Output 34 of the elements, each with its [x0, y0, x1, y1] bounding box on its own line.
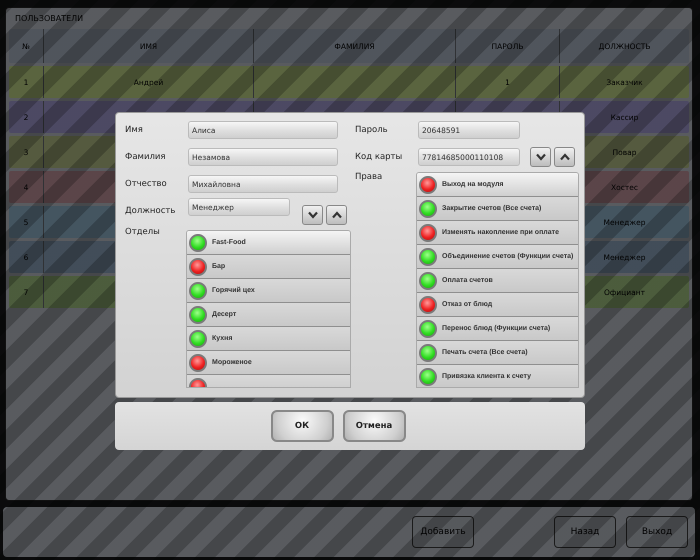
status-lamp[interactable]: [419, 200, 437, 218]
chevron-down-icon: [536, 153, 546, 161]
status-lamp[interactable]: [419, 272, 437, 290]
status-lamp[interactable]: [419, 296, 437, 314]
status-lamp[interactable]: [189, 282, 207, 300]
status-lamp[interactable]: [189, 306, 207, 324]
field-label: Должность: [125, 206, 176, 216]
field-label: Отделы: [125, 227, 161, 237]
status-lamp[interactable]: [419, 248, 437, 266]
scroll-up-button[interactable]: [554, 147, 575, 167]
panel-title: ПОЛЬЗОВАТЕЛИ: [14, 13, 84, 25]
field-label: Отчество: [125, 179, 168, 189]
chevron-down-icon: [308, 211, 318, 219]
status-lamp[interactable]: [189, 258, 207, 276]
field-label: Фамилия: [125, 152, 167, 162]
status-lamp[interactable]: [189, 234, 207, 252]
scroll-down-button[interactable]: [530, 147, 551, 167]
status-lamp[interactable]: [419, 224, 437, 242]
field-label: Имя: [125, 125, 144, 135]
status-lamp[interactable]: [419, 344, 437, 362]
scroll-down-button[interactable]: [302, 205, 323, 225]
dialog-button[interactable]: Отмена: [342, 410, 406, 442]
status-lamp[interactable]: [419, 320, 437, 338]
status-lamp[interactable]: [189, 354, 207, 372]
chevron-up-icon: [560, 153, 570, 161]
scroll-up-button[interactable]: [326, 205, 347, 225]
field-label: Пароль: [355, 125, 389, 135]
dialog-button[interactable]: ОК: [270, 410, 334, 442]
status-lamp[interactable]: [419, 176, 437, 194]
field-label: Права: [355, 172, 384, 182]
field-label: Код карты: [355, 152, 404, 162]
status-lamp[interactable]: [189, 330, 207, 348]
status-lamp[interactable]: [419, 368, 437, 386]
chevron-up-icon: [332, 211, 342, 219]
